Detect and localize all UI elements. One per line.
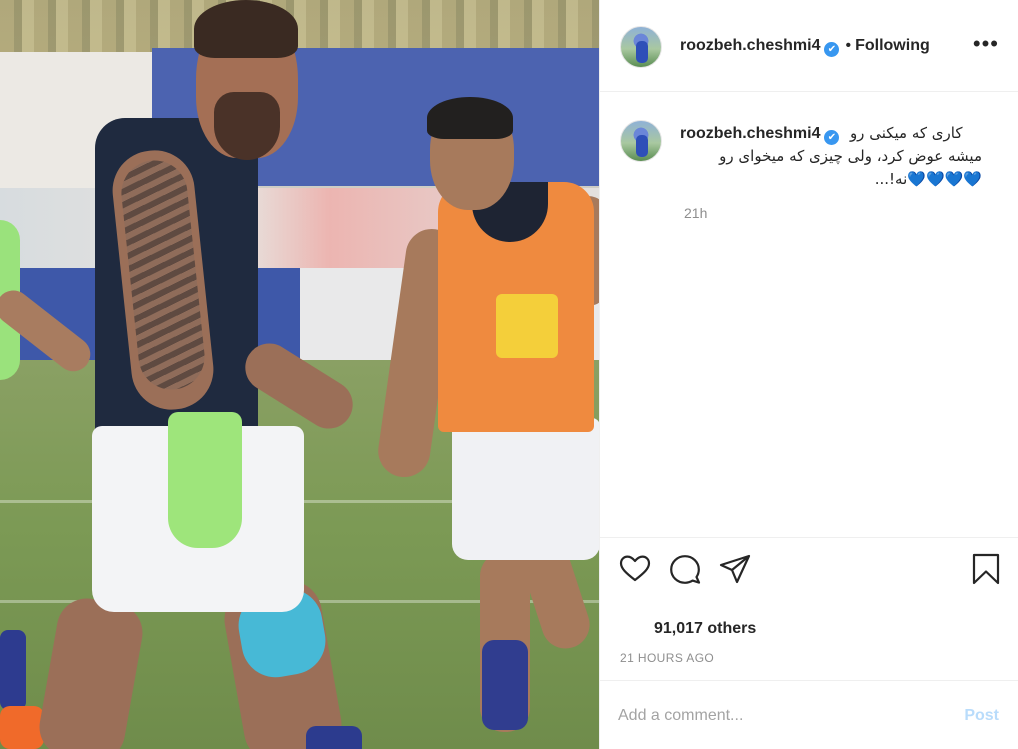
avatar[interactable]: [620, 120, 662, 162]
player-two: [482, 640, 528, 730]
post-comment-button[interactable]: Post: [964, 707, 999, 725]
post-side-panel: roozbeh.cheshmi4 ✔ • Following ••• roozbeh.…: [599, 0, 1018, 749]
username-link[interactable]: roozbeh.cheshmi4: [680, 37, 820, 54]
comment-input[interactable]: [618, 701, 938, 731]
heart-icon[interactable]: [618, 552, 652, 586]
player-one: [214, 92, 280, 160]
paper-plane-icon[interactable]: [718, 552, 752, 586]
caption-line-1: کاری که میکنی رو: [849, 124, 963, 142]
player-partial: [0, 630, 26, 710]
player-one: [306, 726, 362, 749]
player-one: [194, 0, 298, 58]
player-two: [496, 294, 558, 358]
caption-line-3-text: نه!...: [874, 170, 908, 188]
player-two: [452, 418, 599, 560]
ellipsis-icon[interactable]: •••: [973, 33, 999, 55]
following-button[interactable]: Following: [855, 37, 930, 54]
comment-box: Post: [600, 680, 1018, 749]
avatar[interactable]: [620, 26, 662, 68]
blue-heart-emojis: 💙💙💙💙: [907, 170, 982, 188]
player-partial: [0, 706, 44, 749]
caption-timestamp[interactable]: 21h: [684, 205, 707, 221]
player-two: [427, 97, 513, 139]
caption-line-3: 💙💙💙💙نه!...: [680, 168, 982, 191]
player-one: [168, 412, 242, 548]
separator-dot: •: [845, 37, 852, 54]
bookmark-icon[interactable]: [969, 552, 1003, 586]
comment-bubble-icon[interactable]: [668, 552, 702, 586]
post-header: roozbeh.cheshmi4 ✔ • Following •••: [600, 0, 1018, 92]
header-user: roozbeh.cheshmi4 ✔ • Following: [680, 37, 930, 57]
caption-line-2: میشه عوض کرد، ولی چیزی که میخوای رو: [719, 147, 982, 165]
likes-count[interactable]: 91,017 others: [654, 620, 756, 638]
caption-username-link[interactable]: roozbeh.cheshmi4: [680, 125, 820, 142]
verified-badge-icon: ✔: [824, 42, 840, 57]
player-one: [34, 593, 148, 749]
post-timestamp[interactable]: 21 HOURS AGO: [620, 651, 714, 665]
verified-badge-icon: ✔: [824, 130, 840, 145]
action-bar: [600, 537, 1018, 601]
post-photo[interactable]: [0, 0, 599, 749]
caption-text: roozbeh.cheshmi4 ✔ کاری که میکنی رو میشه …: [680, 122, 982, 191]
